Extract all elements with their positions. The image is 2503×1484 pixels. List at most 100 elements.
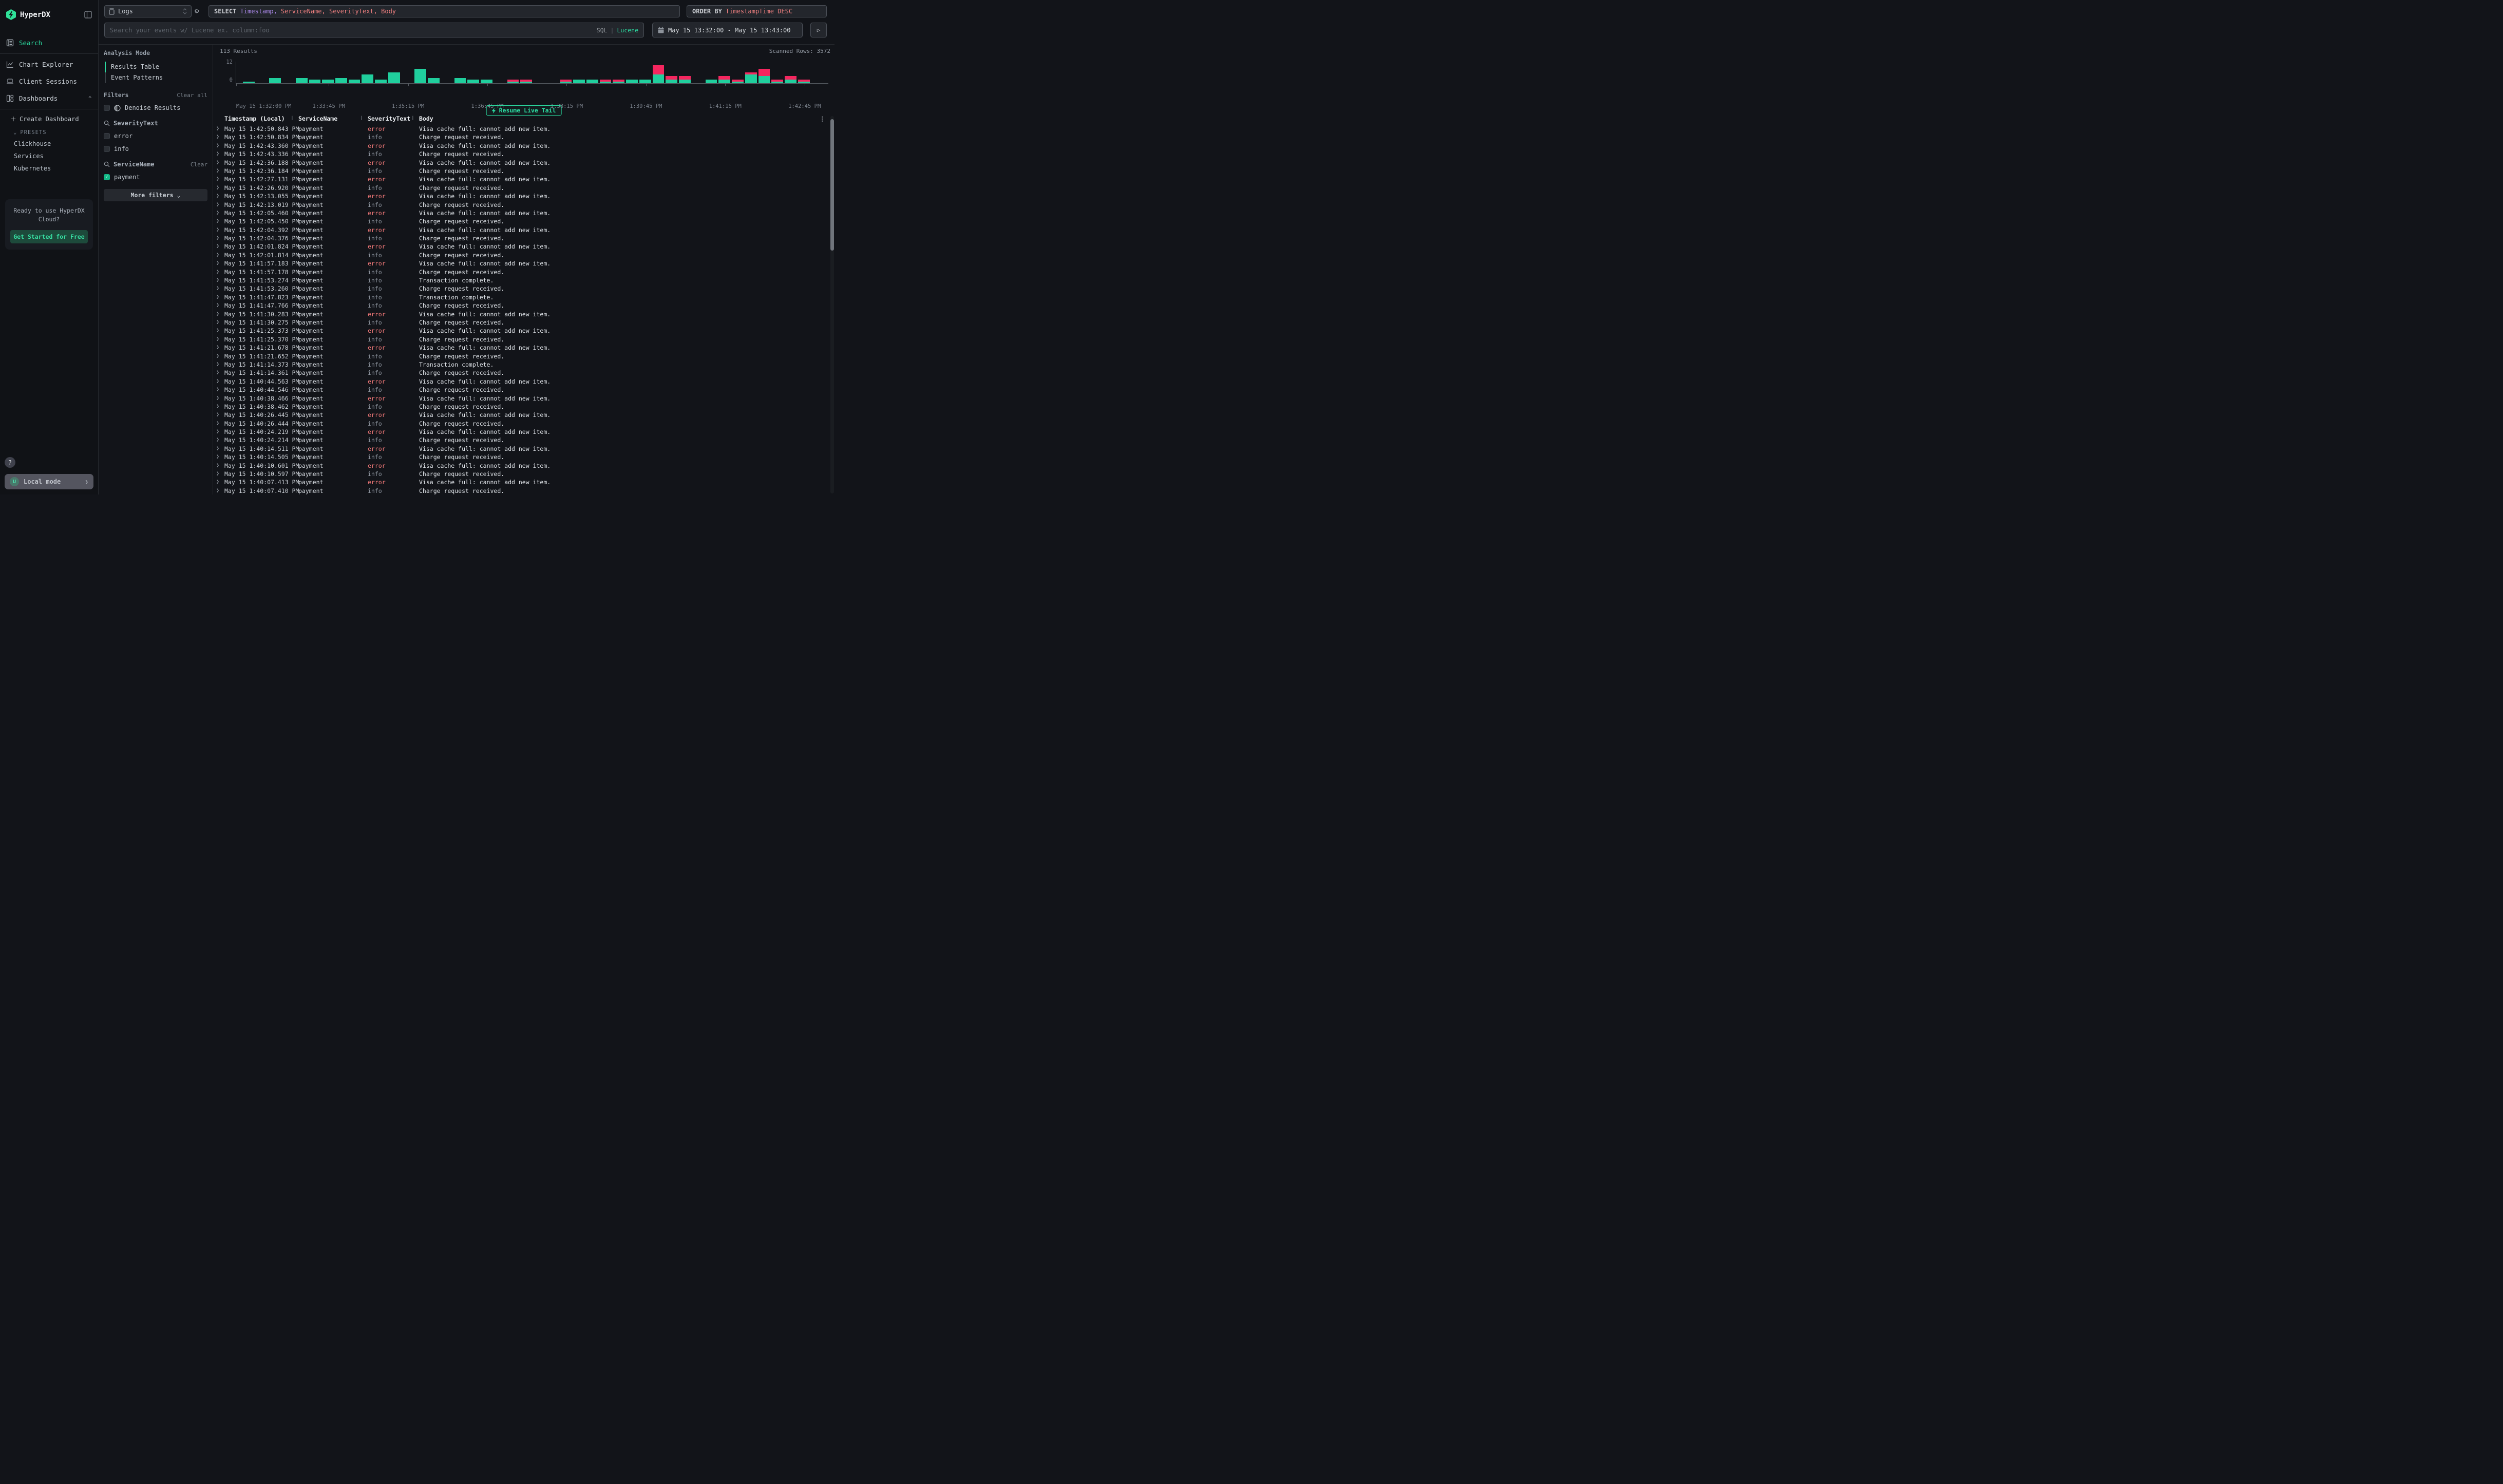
column-header-severitytext[interactable]: SeverityText [368,115,410,122]
row-expand-icon[interactable]: ❯ [216,268,219,276]
search-filter-icon[interactable] [104,120,110,126]
table-row[interactable]: ❯May 15 1:40:38.462 PMpaymentinfoCharge … [213,403,835,411]
search-filter-icon[interactable] [104,161,110,167]
row-expand-icon[interactable]: ❯ [216,175,219,183]
table-row[interactable]: ❯May 15 1:41:14.361 PMpaymentinfoCharge … [213,369,835,377]
table-row[interactable]: ❯May 15 1:42:05.450 PMpaymentinfoCharge … [213,217,835,225]
source-select[interactable]: Logs [104,5,192,17]
row-expand-icon[interactable]: ❯ [216,201,219,209]
column-header-timestamp[interactable]: Timestamp (Local) [224,115,285,122]
table-row[interactable]: ❯May 15 1:40:26.444 PMpaymentinfoCharge … [213,420,835,428]
row-expand-icon[interactable]: ❯ [216,478,219,486]
row-expand-icon[interactable]: ❯ [216,259,219,268]
table-row[interactable]: ❯May 15 1:40:14.511 PMpaymenterrorVisa c… [213,445,835,453]
row-expand-icon[interactable]: ❯ [216,284,219,293]
row-expand-icon[interactable]: ❯ [216,318,219,327]
table-row[interactable]: ❯May 15 1:42:04.392 PMpaymenterrorVisa c… [213,226,835,234]
table-row[interactable]: ❯May 15 1:41:53.260 PMpaymentinfoCharge … [213,284,835,293]
row-expand-icon[interactable]: ❯ [216,192,219,200]
row-expand-icon[interactable]: ❯ [216,226,219,234]
table-row[interactable]: ❯May 15 1:42:36.188 PMpaymenterrorVisa c… [213,159,835,167]
denoise-checkbox-row[interactable]: Denoise Results [104,104,207,111]
column-resize-handle[interactable]: ⁞ [361,115,363,121]
scrollbar-track[interactable] [830,116,834,493]
row-expand-icon[interactable]: ❯ [216,369,219,377]
row-expand-icon[interactable]: ❯ [216,301,219,310]
row-expand-icon[interactable]: ❯ [216,462,219,470]
row-expand-icon[interactable]: ❯ [216,159,219,167]
resume-live-tail-button[interactable]: Resume Live Tail [486,105,562,116]
table-row[interactable]: ❯May 15 1:42:13.019 PMpaymentinfoCharge … [213,201,835,209]
table-row[interactable]: ❯May 15 1:40:44.546 PMpaymentinfoCharge … [213,386,835,394]
mode-results-table[interactable]: Results Table [105,62,207,72]
row-expand-icon[interactable]: ❯ [216,470,219,478]
info-checkbox[interactable] [104,146,110,152]
table-row[interactable]: ❯May 15 1:40:14.505 PMpaymentinfoCharge … [213,453,835,461]
table-row[interactable]: ❯May 15 1:42:01.814 PMpaymentinfoCharge … [213,251,835,259]
table-row[interactable]: ❯May 15 1:42:50.834 PMpaymentinfoCharge … [213,133,835,141]
row-expand-icon[interactable]: ❯ [216,403,219,411]
table-row[interactable]: ❯May 15 1:41:25.373 PMpaymenterrorVisa c… [213,327,835,335]
table-options-icon[interactable]: ⋮ [820,115,826,122]
preset-item-kubernetes[interactable]: Kubernetes [0,162,98,175]
table-row[interactable]: ❯May 15 1:40:24.219 PMpaymenterrorVisa c… [213,428,835,436]
preset-item-clickhouse[interactable]: Clickhouse [0,138,98,150]
sidebar-item-client-sessions[interactable]: Client Sessions [0,73,98,90]
preset-item-services[interactable]: Services [0,150,98,162]
column-header-servicename[interactable]: ServiceName [298,115,337,122]
column-resize-handle[interactable]: ⁞ [412,115,414,121]
table-row[interactable]: ❯May 15 1:42:27.131 PMpaymenterrorVisa c… [213,175,835,183]
table-row[interactable]: ❯May 15 1:41:14.373 PMpaymentinfoTransac… [213,360,835,369]
row-expand-icon[interactable]: ❯ [216,436,219,444]
row-expand-icon[interactable]: ❯ [216,445,219,453]
table-row[interactable]: ❯May 15 1:42:01.824 PMpaymenterrorVisa c… [213,242,835,251]
error-checkbox[interactable] [104,133,110,139]
row-expand-icon[interactable]: ❯ [216,142,219,150]
presets-toggle[interactable]: ⌄ PRESETS [0,126,98,138]
filter-option-info[interactable]: info [104,145,207,153]
more-filters-button[interactable]: More filters ⌄ [104,189,207,201]
table-row[interactable]: ❯May 15 1:40:10.601 PMpaymenterrorVisa c… [213,462,835,470]
sidebar-item-search[interactable]: Search [0,34,98,51]
table-row[interactable]: ❯May 15 1:42:36.184 PMpaymentinfoCharge … [213,167,835,175]
row-expand-icon[interactable]: ❯ [216,310,219,318]
toggle-lucene[interactable]: Lucene [617,27,638,34]
row-expand-icon[interactable]: ❯ [216,184,219,192]
row-expand-icon[interactable]: ❯ [216,487,219,494]
table-row[interactable]: ❯May 15 1:41:47.823 PMpaymentinfoTransac… [213,293,835,301]
table-row[interactable]: ❯May 15 1:41:21.652 PMpaymentinfoCharge … [213,352,835,360]
row-expand-icon[interactable]: ❯ [216,125,219,133]
table-row[interactable]: ❯May 15 1:40:38.466 PMpaymenterrorVisa c… [213,394,835,403]
table-row[interactable]: ❯May 15 1:41:57.183 PMpaymenterrorVisa c… [213,259,835,268]
denoise-checkbox[interactable] [104,105,110,111]
table-row[interactable]: ❯May 15 1:41:47.766 PMpaymentinfoCharge … [213,301,835,310]
row-expand-icon[interactable]: ❯ [216,276,219,284]
row-expand-icon[interactable]: ❯ [216,344,219,352]
row-expand-icon[interactable]: ❯ [216,420,219,428]
table-row[interactable]: ❯May 15 1:42:43.336 PMpaymentinfoCharge … [213,150,835,158]
row-expand-icon[interactable]: ❯ [216,335,219,344]
sidebar-item-dashboards[interactable]: Dashboards ⌃ [0,90,98,107]
table-row[interactable]: ❯May 15 1:40:24.214 PMpaymentinfoCharge … [213,436,835,444]
row-expand-icon[interactable]: ❯ [216,251,219,259]
column-resize-handle[interactable]: ⁞ [291,115,293,121]
table-row[interactable]: ❯May 15 1:40:44.563 PMpaymenterrorVisa c… [213,377,835,386]
filter-option-error[interactable]: error [104,132,207,140]
user-menu[interactable]: U Local mode ❯ [5,474,93,489]
mode-event-patterns[interactable]: Event Patterns [105,72,207,83]
toggle-sql[interactable]: SQL [597,27,608,34]
table-row[interactable]: ❯May 15 1:41:53.274 PMpaymentinfoTransac… [213,276,835,284]
sidebar-collapse-icon[interactable] [84,11,92,18]
table-row[interactable]: ❯May 15 1:42:13.055 PMpaymenterrorVisa c… [213,192,835,200]
table-row[interactable]: ❯May 15 1:40:07.413 PMpaymenterrorVisa c… [213,478,835,486]
table-row[interactable]: ❯May 15 1:41:25.370 PMpaymentinfoCharge … [213,335,835,344]
row-expand-icon[interactable]: ❯ [216,360,219,369]
row-expand-icon[interactable]: ❯ [216,394,219,403]
table-row[interactable]: ❯May 15 1:42:43.360 PMpaymenterrorVisa c… [213,142,835,150]
table-row[interactable]: ❯May 15 1:41:21.678 PMpaymenterrorVisa c… [213,344,835,352]
order-by-input[interactable]: ORDER BY TimestampTime DESC [687,5,827,17]
column-header-body[interactable]: Body [419,115,433,122]
scrollbar-thumb[interactable] [830,119,834,251]
table-row[interactable]: ❯May 15 1:42:05.460 PMpaymenterrorVisa c… [213,209,835,217]
search-input[interactable]: Search your events w/ Lucene ex. column:… [104,23,644,37]
